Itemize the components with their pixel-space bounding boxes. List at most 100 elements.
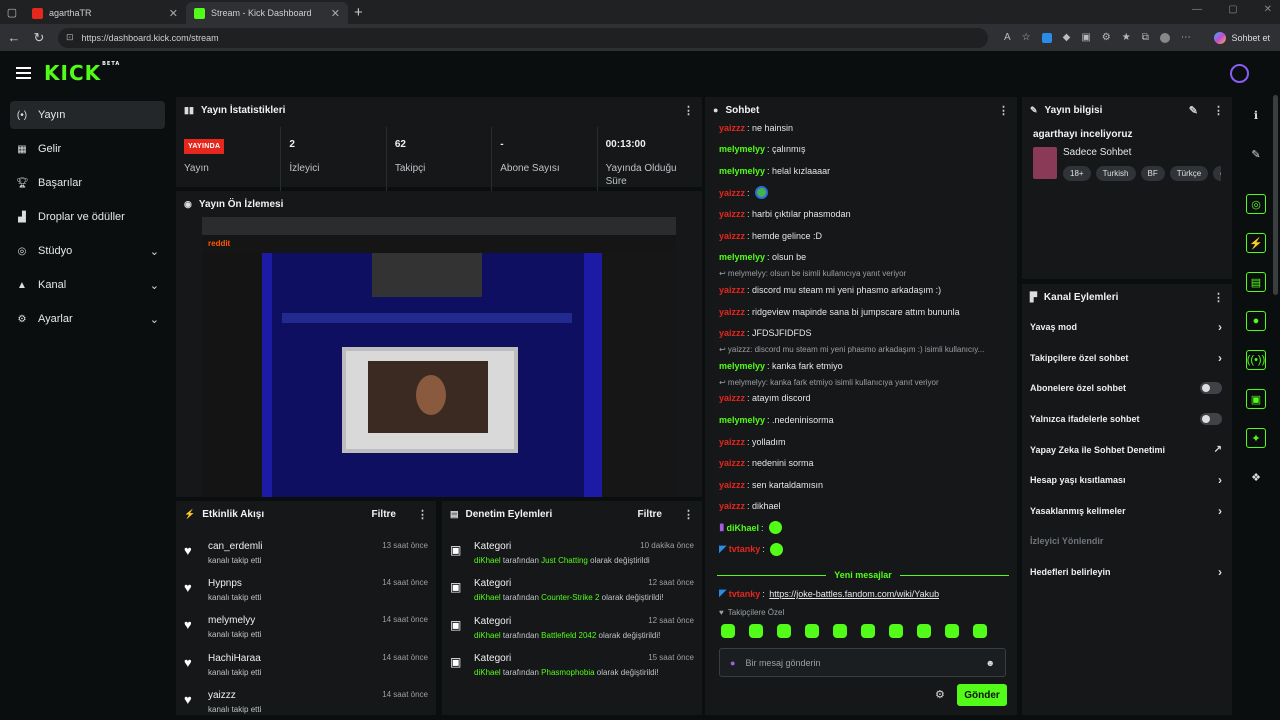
emoji-icon[interactable]: ☻ <box>986 658 995 668</box>
maximize-icon[interactable]: ▢ <box>1228 4 1237 15</box>
close-icon[interactable]: ✕ <box>331 7 340 20</box>
chat-username[interactable]: yaizzz <box>719 501 745 511</box>
filter-button[interactable]: Filtre <box>372 509 396 520</box>
emote-icon[interactable] <box>917 624 931 638</box>
pencil-icon[interactable]: ✎ <box>1246 144 1266 164</box>
broadcast-icon[interactable]: ((•)) <box>1246 350 1266 370</box>
action-ai-moderation[interactable]: Yapay Zeka ile Sohbet Denetimi ↗ <box>1022 434 1232 465</box>
split-icon[interactable]: ⧉ <box>1142 32 1149 43</box>
read-aloud-icon[interactable]: A <box>1004 32 1011 43</box>
edit-icon[interactable]: ✎ <box>1189 104 1198 117</box>
document-icon[interactable]: ▤ <box>1246 272 1266 292</box>
emote-icon[interactable] <box>861 624 875 638</box>
action-raid[interactable]: İzleyici Yönlendir <box>1022 526 1232 557</box>
clip-icon[interactable]: ▣ <box>1246 389 1266 409</box>
chevron-down-icon[interactable]: ⌄ <box>150 279 159 292</box>
chat-username[interactable]: yaizzz <box>719 328 745 338</box>
browser-tab[interactable]: agarthaTR ✕ <box>24 2 186 24</box>
camera-icon[interactable]: ◎ <box>1246 194 1266 214</box>
sidebar-item-basarilar[interactable]: 🏆︎ Başarılar <box>10 169 165 197</box>
close-icon[interactable]: ✕ <box>169 7 178 20</box>
chat-username[interactable]: yaizzz <box>719 285 745 295</box>
filter-button[interactable]: Filtre <box>638 509 662 520</box>
tag-chip[interactable]: cs2 <box>1213 166 1221 181</box>
favorites-icon[interactable]: ★ <box>1122 32 1131 43</box>
emote-icon[interactable] <box>721 624 735 638</box>
profile-icon[interactable] <box>1159 32 1170 43</box>
chat-icon[interactable]: ● <box>1246 311 1266 331</box>
microphone-icon[interactable]: ● <box>730 658 735 668</box>
chevron-down-icon[interactable]: ⌄ <box>150 245 159 258</box>
tag-chip[interactable]: Turkish <box>1095 166 1136 181</box>
emote-icon[interactable] <box>973 624 987 638</box>
collections-icon[interactable]: ▣ <box>1081 32 1090 43</box>
action-slow-mode[interactable]: Yavaş mod › <box>1022 312 1232 343</box>
back-icon[interactable]: ← <box>3 30 25 45</box>
chat-input[interactable]: ● Bir mesaj gönderin ☻ <box>719 648 1006 677</box>
more-options-icon[interactable]: ⋮ <box>417 508 428 521</box>
tag-chip[interactable]: BF <box>1140 166 1165 181</box>
chat-username[interactable]: melymelyy <box>719 361 765 371</box>
kick-logo[interactable]: KICKBETA <box>44 61 120 85</box>
chat-username[interactable]: melymelyy <box>719 166 765 176</box>
tag-chip[interactable]: 18+ <box>1063 166 1091 181</box>
chat-username[interactable]: yaizzz <box>719 188 745 198</box>
action-banned-words[interactable]: Yasaklanmış kelimeler › <box>1022 496 1232 527</box>
emote-icon[interactable] <box>833 624 847 638</box>
site-info-icon[interactable]: ⊡ <box>66 32 74 43</box>
action-goals[interactable]: Hedefleri belirleyin › <box>1022 557 1232 588</box>
chat-link[interactable]: https://joke-battles.fandom.com/wiki/Yak… <box>769 589 939 599</box>
activity-user[interactable]: Hypnps <box>208 578 242 589</box>
tag-chip[interactable]: Türkçe <box>1169 166 1209 181</box>
sidebar-item-gelir[interactable]: ▦ Gelir <box>10 135 165 163</box>
chat-username[interactable]: melymelyy <box>719 252 765 262</box>
sidebar-item-ayarlar[interactable]: ⚙ Ayarlar ⌄ <box>10 305 165 333</box>
chat-username[interactable]: melymelyy <box>719 144 765 154</box>
chat-username[interactable]: diKhael <box>727 523 760 533</box>
sidebar-item-studyo[interactable]: ◎ Stüdyo ⌄ <box>10 237 165 265</box>
menu-icon[interactable]: ⋯ <box>1181 32 1191 43</box>
emote-icon[interactable] <box>945 624 959 638</box>
subscribers-only-toggle[interactable] <box>1200 382 1222 395</box>
chat-username[interactable]: tvtanky <box>729 544 761 554</box>
extensions-icon[interactable]: ⚙ <box>1102 32 1111 43</box>
more-options-icon[interactable]: ⋮ <box>1213 291 1224 304</box>
url-field[interactable]: ⊡ https://dashboard.kick.com/stream <box>58 27 988 48</box>
chevron-down-icon[interactable]: ⌄ <box>150 313 159 326</box>
favorite-star-icon[interactable]: ☆ <box>1022 32 1031 43</box>
activity-user[interactable]: yaizzz <box>208 690 236 701</box>
chat-username[interactable]: yaizzz <box>719 458 745 468</box>
more-options-icon[interactable]: ⋮ <box>1213 104 1224 117</box>
browser-tab-active[interactable]: Stream - Kick Dashboard ✕ <box>186 2 348 24</box>
chat-username[interactable]: yaizzz <box>719 307 745 317</box>
chat-username[interactable]: tvtanky <box>729 589 761 599</box>
chat-username[interactable]: yaizzz <box>719 231 745 241</box>
wrench-icon[interactable]: ✦ <box>1246 428 1266 448</box>
user-avatar[interactable] <box>1230 64 1249 83</box>
more-options-icon[interactable]: ⋮ <box>683 508 694 521</box>
lightning-icon[interactable]: ⚡ <box>1246 233 1266 253</box>
chat-username[interactable]: melymelyy <box>719 415 765 425</box>
stream-preview-video[interactable]: reddit <box>202 217 676 497</box>
tab-actions-icon[interactable]: ▢ <box>0 0 24 24</box>
chat-username[interactable]: yaizzz <box>719 393 745 403</box>
shield-icon[interactable]: ◆ <box>1063 32 1071 43</box>
chat-username[interactable]: yaizzz <box>719 480 745 490</box>
activity-user[interactable]: can_erdemli <box>208 541 262 552</box>
chat-username[interactable]: yaizzz <box>719 209 745 219</box>
chat-settings-icon[interactable]: ⚙ <box>935 688 945 701</box>
shapes-icon[interactable]: ❖ <box>1246 467 1266 487</box>
close-window-icon[interactable]: ✕ <box>1264 4 1272 15</box>
new-tab-icon[interactable]: + <box>354 4 363 21</box>
extension-icon[interactable] <box>1041 32 1052 43</box>
emote-only-toggle[interactable] <box>1200 413 1222 426</box>
info-icon[interactable]: ℹ <box>1246 105 1266 125</box>
emote-icon[interactable] <box>777 624 791 638</box>
new-messages-divider[interactable]: Yeni mesajlar <box>717 568 1010 582</box>
sidebar-item-droplar[interactable]: ▟ Droplar ve ödüller <box>10 203 165 231</box>
more-options-icon[interactable]: ⋮ <box>998 104 1009 117</box>
minimize-icon[interactable]: — <box>1192 4 1202 15</box>
activity-user[interactable]: melymelyy <box>208 615 255 626</box>
category-name[interactable]: Sadece Sohbet <box>1063 147 1221 158</box>
send-button[interactable]: Gönder <box>957 684 1007 706</box>
